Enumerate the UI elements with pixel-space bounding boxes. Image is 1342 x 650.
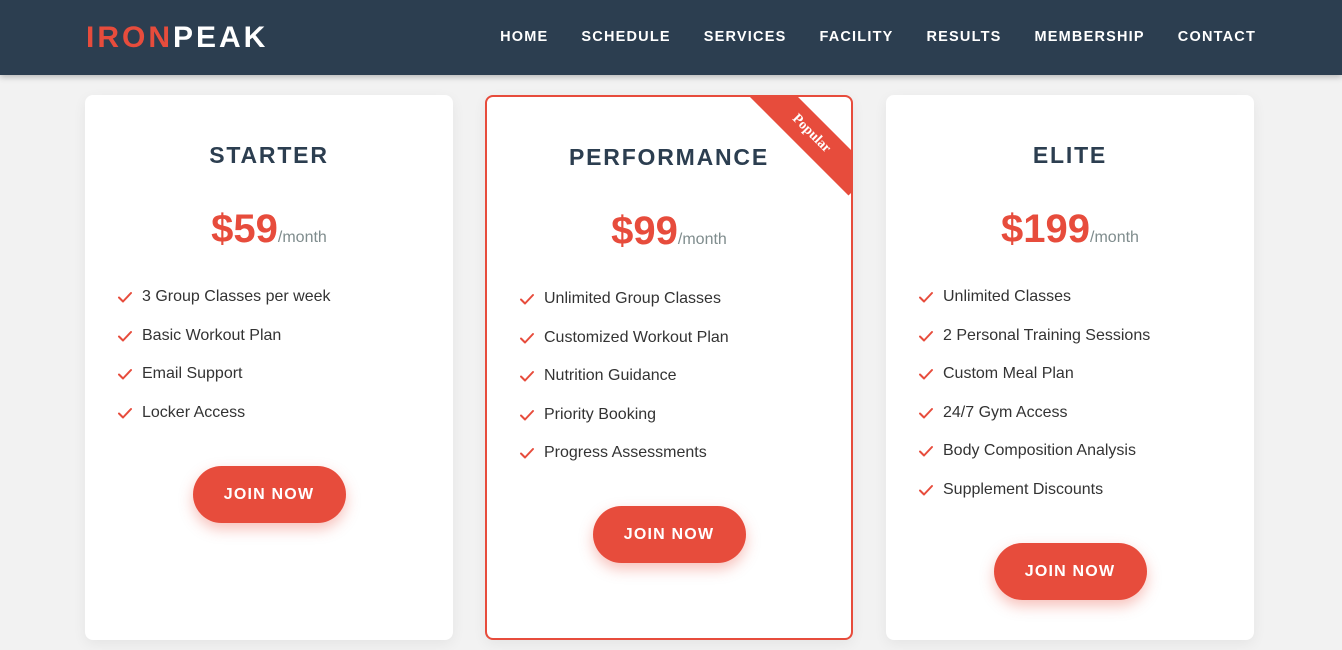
feature-list: 3 Group Classes per week Basic Workout P…: [117, 285, 331, 439]
check-icon: [919, 369, 933, 380]
check-icon: [520, 371, 534, 382]
feature-label: Nutrition Guidance: [544, 367, 677, 384]
feature-label: Body Composition Analysis: [943, 442, 1136, 459]
join-now-button[interactable]: JOIN NOW: [993, 543, 1147, 600]
plan-price: $99/month: [487, 207, 851, 255]
site-header: IRONPEAK HOME SCHEDULE SERVICES FACILITY…: [0, 0, 1342, 75]
feature-item: Unlimited Group Classes: [519, 287, 729, 326]
main-nav: HOME SCHEDULE SERVICES FACILITY RESULTS …: [500, 28, 1256, 46]
check-icon: [520, 332, 534, 343]
nav-services[interactable]: SERVICES: [704, 28, 787, 46]
plan-title: STARTER: [209, 142, 329, 168]
check-icon: [520, 294, 534, 305]
feature-label: 2 Personal Training Sessions: [943, 326, 1151, 344]
feature-list: Unlimited Group Classes Customized Worko…: [519, 287, 729, 480]
nav-results[interactable]: RESULTS: [927, 28, 1002, 46]
feature-item: Supplement Discounts: [918, 478, 1150, 517]
check-icon: [118, 330, 132, 341]
check-icon: [520, 448, 534, 459]
feature-label: Priority Booking: [544, 405, 657, 423]
feature-label: Basic Workout Plan: [142, 326, 282, 344]
plan-card-elite: ELITE $199/month Unlimited Classes 2 Per…: [886, 95, 1254, 640]
plan-card-performance: Popular PERFORMANCE $99/month Unlimited …: [485, 95, 853, 640]
feature-item: 2 Personal Training Sessions: [918, 324, 1150, 363]
check-icon: [118, 407, 132, 418]
price-amount: $59: [211, 207, 278, 251]
feature-item: Priority Booking: [519, 403, 729, 442]
nav-contact[interactable]: CONTACT: [1178, 28, 1256, 46]
feature-item: 3 Group Classes per week: [117, 285, 331, 324]
logo-part-iron: IRON: [86, 21, 173, 54]
join-now-button[interactable]: JOIN NOW: [192, 466, 346, 523]
feature-label: 24/7 Gym Access: [943, 403, 1068, 421]
price-amount: $99: [611, 209, 678, 253]
feature-item: Custom Meal Plan: [918, 362, 1150, 401]
check-icon: [118, 369, 132, 380]
feature-item: Nutrition Guidance: [519, 364, 729, 403]
feature-item: Unlimited Classes: [918, 285, 1150, 324]
feature-item: 24/7 Gym Access: [918, 401, 1150, 440]
feature-item: Customized Workout Plan: [519, 326, 729, 365]
plan-card-starter: STARTER $59/month 3 Group Classes per we…: [85, 95, 453, 640]
price-period: /month: [277, 229, 327, 246]
plan-price: $59/month: [85, 205, 453, 253]
price-amount: $199: [1001, 207, 1091, 251]
logo-part-peak: PEAK: [173, 21, 269, 54]
nav-facility[interactable]: FACILITY: [819, 28, 893, 46]
check-icon: [919, 446, 933, 457]
feature-item: Basic Workout Plan: [117, 324, 331, 363]
feature-label: 3 Group Classes per week: [142, 288, 331, 305]
feature-label: Unlimited Classes: [943, 288, 1072, 305]
price-period: /month: [1090, 229, 1139, 246]
price-period: /month: [677, 231, 727, 248]
check-icon: [520, 409, 534, 420]
feature-label: Customized Workout Plan: [544, 328, 729, 346]
check-icon: [919, 292, 933, 303]
check-icon: [118, 292, 132, 303]
check-icon: [919, 484, 933, 495]
feature-label: Supplement Discounts: [943, 480, 1104, 498]
plan-price: $199/month: [886, 205, 1254, 253]
plan-title: PERFORMANCE: [569, 144, 769, 170]
join-now-button[interactable]: JOIN NOW: [592, 506, 746, 563]
feature-label: Locker Access: [142, 403, 246, 421]
feature-label: Email Support: [142, 365, 243, 382]
feature-list: Unlimited Classes 2 Personal Training Se…: [918, 285, 1150, 516]
feature-label: Custom Meal Plan: [943, 365, 1074, 382]
check-icon: [919, 407, 933, 418]
feature-label: Unlimited Group Classes: [544, 290, 721, 307]
plan-title: ELITE: [1032, 142, 1108, 168]
feature-item: Progress Assessments: [519, 441, 729, 480]
feature-item: Body Composition Analysis: [918, 439, 1150, 478]
nav-home[interactable]: HOME: [500, 28, 548, 46]
brand-logo[interactable]: IRONPEAK: [86, 20, 268, 56]
feature-item: Locker Access: [117, 401, 331, 440]
feature-item: Email Support: [117, 362, 331, 401]
feature-label: Progress Assessments: [544, 444, 707, 461]
nav-schedule[interactable]: SCHEDULE: [581, 28, 670, 46]
nav-membership[interactable]: MEMBERSHIP: [1035, 28, 1145, 46]
check-icon: [919, 330, 933, 341]
